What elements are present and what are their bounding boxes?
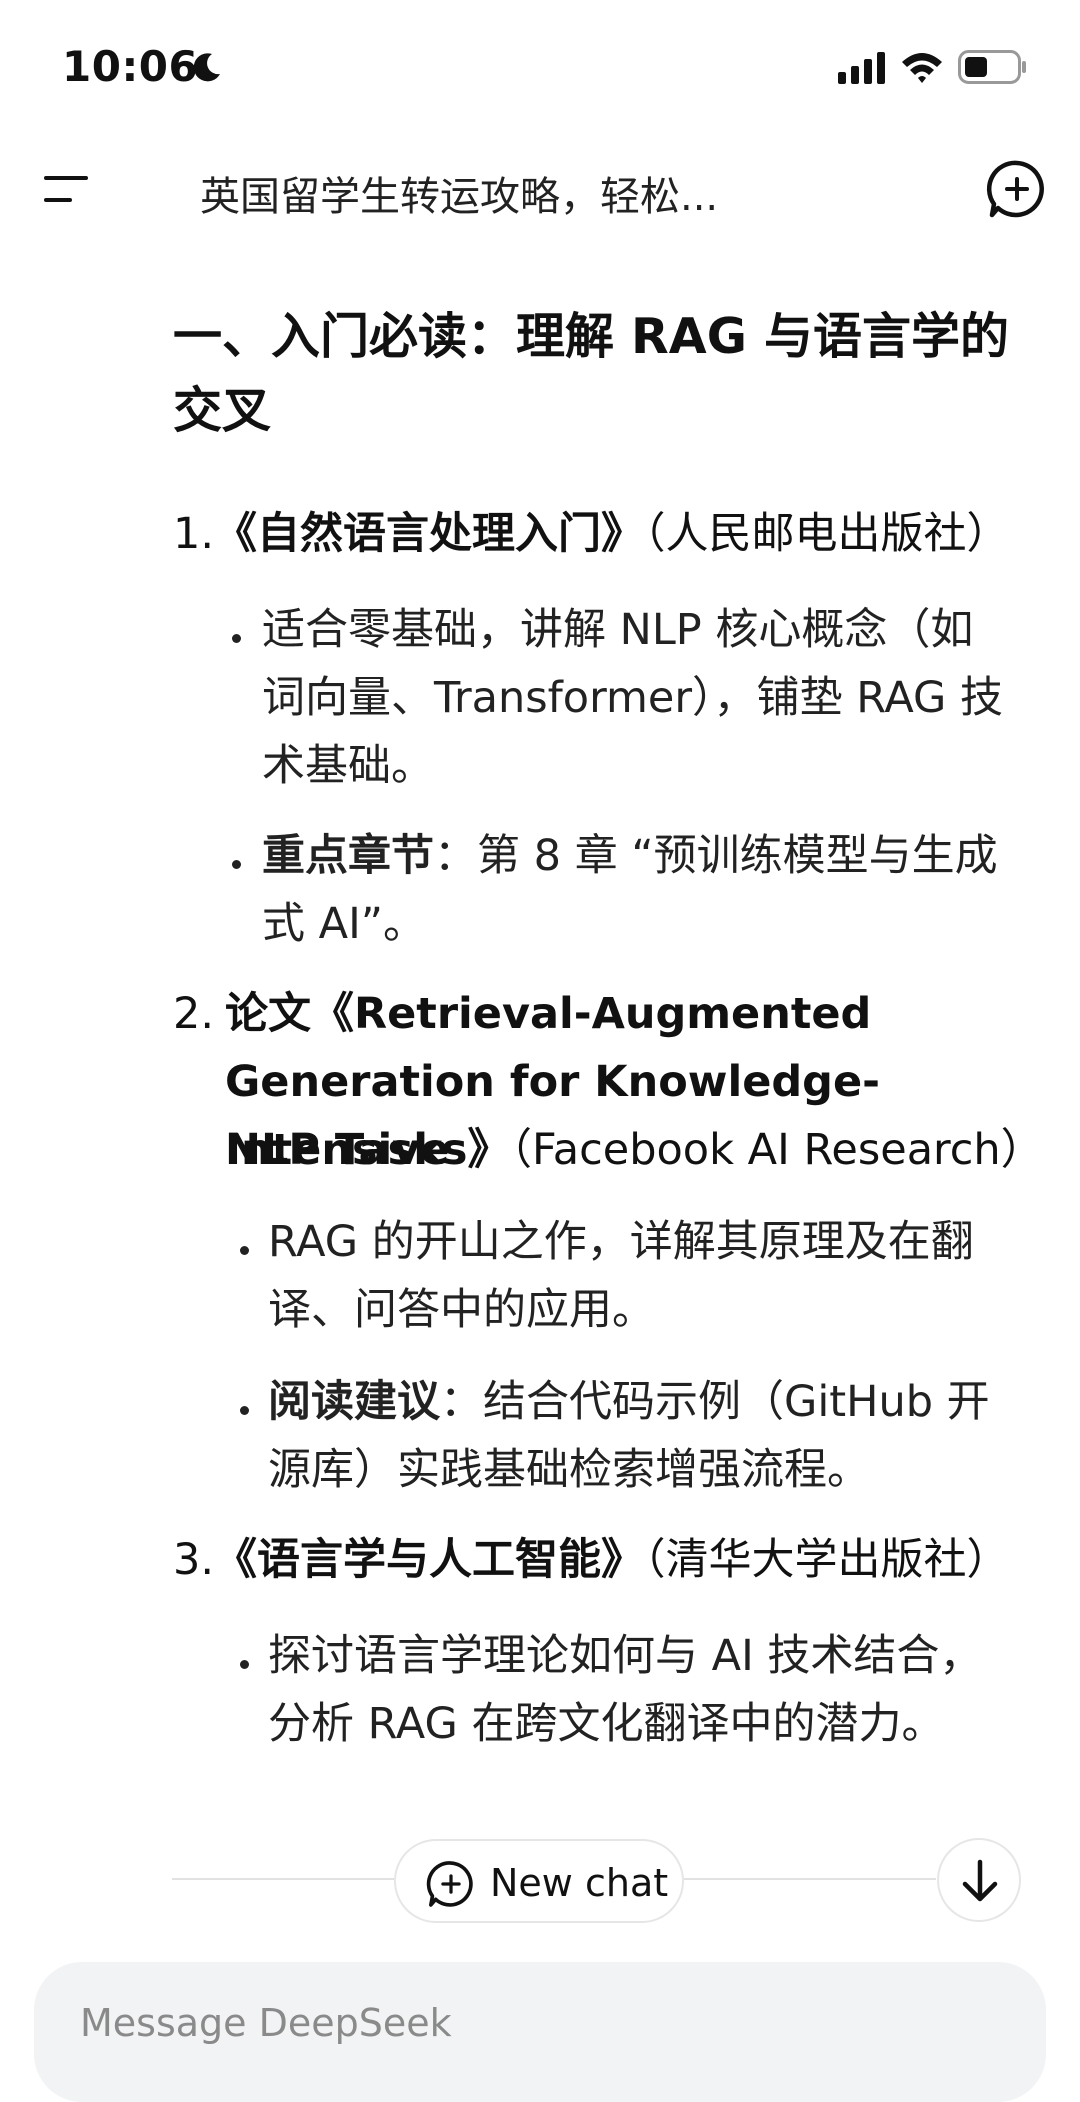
bullet-dot <box>240 1246 249 1255</box>
bullet-text: 式 AI”。 <box>262 899 427 949</box>
item-number: 3. <box>173 1535 215 1585</box>
new-chat-icon <box>426 1861 473 1907</box>
scroll-down-button[interactable] <box>937 1838 1021 1922</box>
bullet-dot <box>232 860 241 869</box>
bullet-text: 分析 RAG 在跨文化翻译中的潜力。 <box>268 1699 945 1749</box>
bullet-text: 源库）实践基础检索增强流程。 <box>268 1445 870 1495</box>
paper-title: 论文《Retrieval-Augmented <box>225 989 872 1039</box>
divider-left <box>172 1878 394 1880</box>
battery-icon <box>958 50 1026 84</box>
publisher: （清华大学出版社） <box>644 1535 1010 1585</box>
new-chat-icon[interactable] <box>986 158 1048 220</box>
list-item-title: 3.《语言学与人工智能》（清华大学出版社） <box>173 1526 1010 1594</box>
bullet-text: 译、问答中的应用。 <box>268 1285 655 1335</box>
message-composer <box>34 1962 1046 2102</box>
menu-icon[interactable] <box>38 164 94 216</box>
paper-title-line: NLP Tasks》（Facebook AI Research） <box>225 1116 1044 1184</box>
message-input[interactable] <box>78 1992 982 2054</box>
arrow-down-icon <box>962 1859 998 1902</box>
item-number: 2. <box>173 989 215 1039</box>
section-heading: 一、入门必读：理解 RAG 与语言学的交叉 <box>173 308 1009 439</box>
cellular-signal-icon <box>838 52 885 84</box>
bullet-text: 阅读建议：结合代码示例（GitHub 开 <box>268 1368 990 1436</box>
book-title: 《语言学与人工智能》 <box>214 1535 645 1585</box>
new-chat-button[interactable]: New chat <box>394 1839 684 1923</box>
bullet-text: 词向量、Transformer），铺垫 RAG 技 <box>262 673 1003 723</box>
bullet-text-rest: ：第 8 章 “预训练模型与生成 <box>434 831 998 881</box>
item-number: 1. <box>173 509 215 559</box>
publisher: （Facebook AI Research） <box>510 1125 1044 1175</box>
bullet-dot <box>232 634 241 643</box>
status-time: 10:06 <box>62 42 199 91</box>
paper-title: NLP Tasks》 <box>225 1125 511 1175</box>
bullet-text: 重点章节：第 8 章 “预训练模型与生成 <box>262 822 998 890</box>
chat-title[interactable]: 英国留学生转运攻略，轻松... <box>200 164 860 222</box>
bullet-dot <box>240 1660 249 1669</box>
bullet-bold: 重点章节 <box>262 831 434 881</box>
paper-title-line: 论文《Retrieval-Augmented <box>225 980 871 1048</box>
status-bar: 10:06 <box>0 0 1080 130</box>
list-item-title: 1.《自然语言处理入门》（人民邮电出版社） <box>173 500 1010 568</box>
bullet-text: 探讨语言学理论如何与 AI 技术结合， <box>268 1631 983 1681</box>
book-title: 《自然语言处理入门》 <box>214 509 645 559</box>
bullet-text-rest: ：结合代码示例（GitHub 开 <box>440 1377 990 1427</box>
moon-icon <box>193 53 220 82</box>
bullet-bold: 阅读建议 <box>268 1377 440 1427</box>
divider-right <box>684 1878 936 1880</box>
bullet-dot <box>240 1406 249 1415</box>
publisher: （人民邮电出版社） <box>644 509 1010 559</box>
bullet-text: 适合零基础，讲解 NLP 核心概念（如 <box>262 605 974 655</box>
bullet-text: 术基础。 <box>262 741 434 791</box>
bullet-text: RAG 的开山之作，详解其原理及在翻 <box>268 1217 974 1267</box>
chat-header: 英国留学生转运攻略，轻松... <box>0 150 1080 230</box>
new-chat-label: New chat <box>490 1861 669 1905</box>
wifi-icon <box>902 53 942 83</box>
